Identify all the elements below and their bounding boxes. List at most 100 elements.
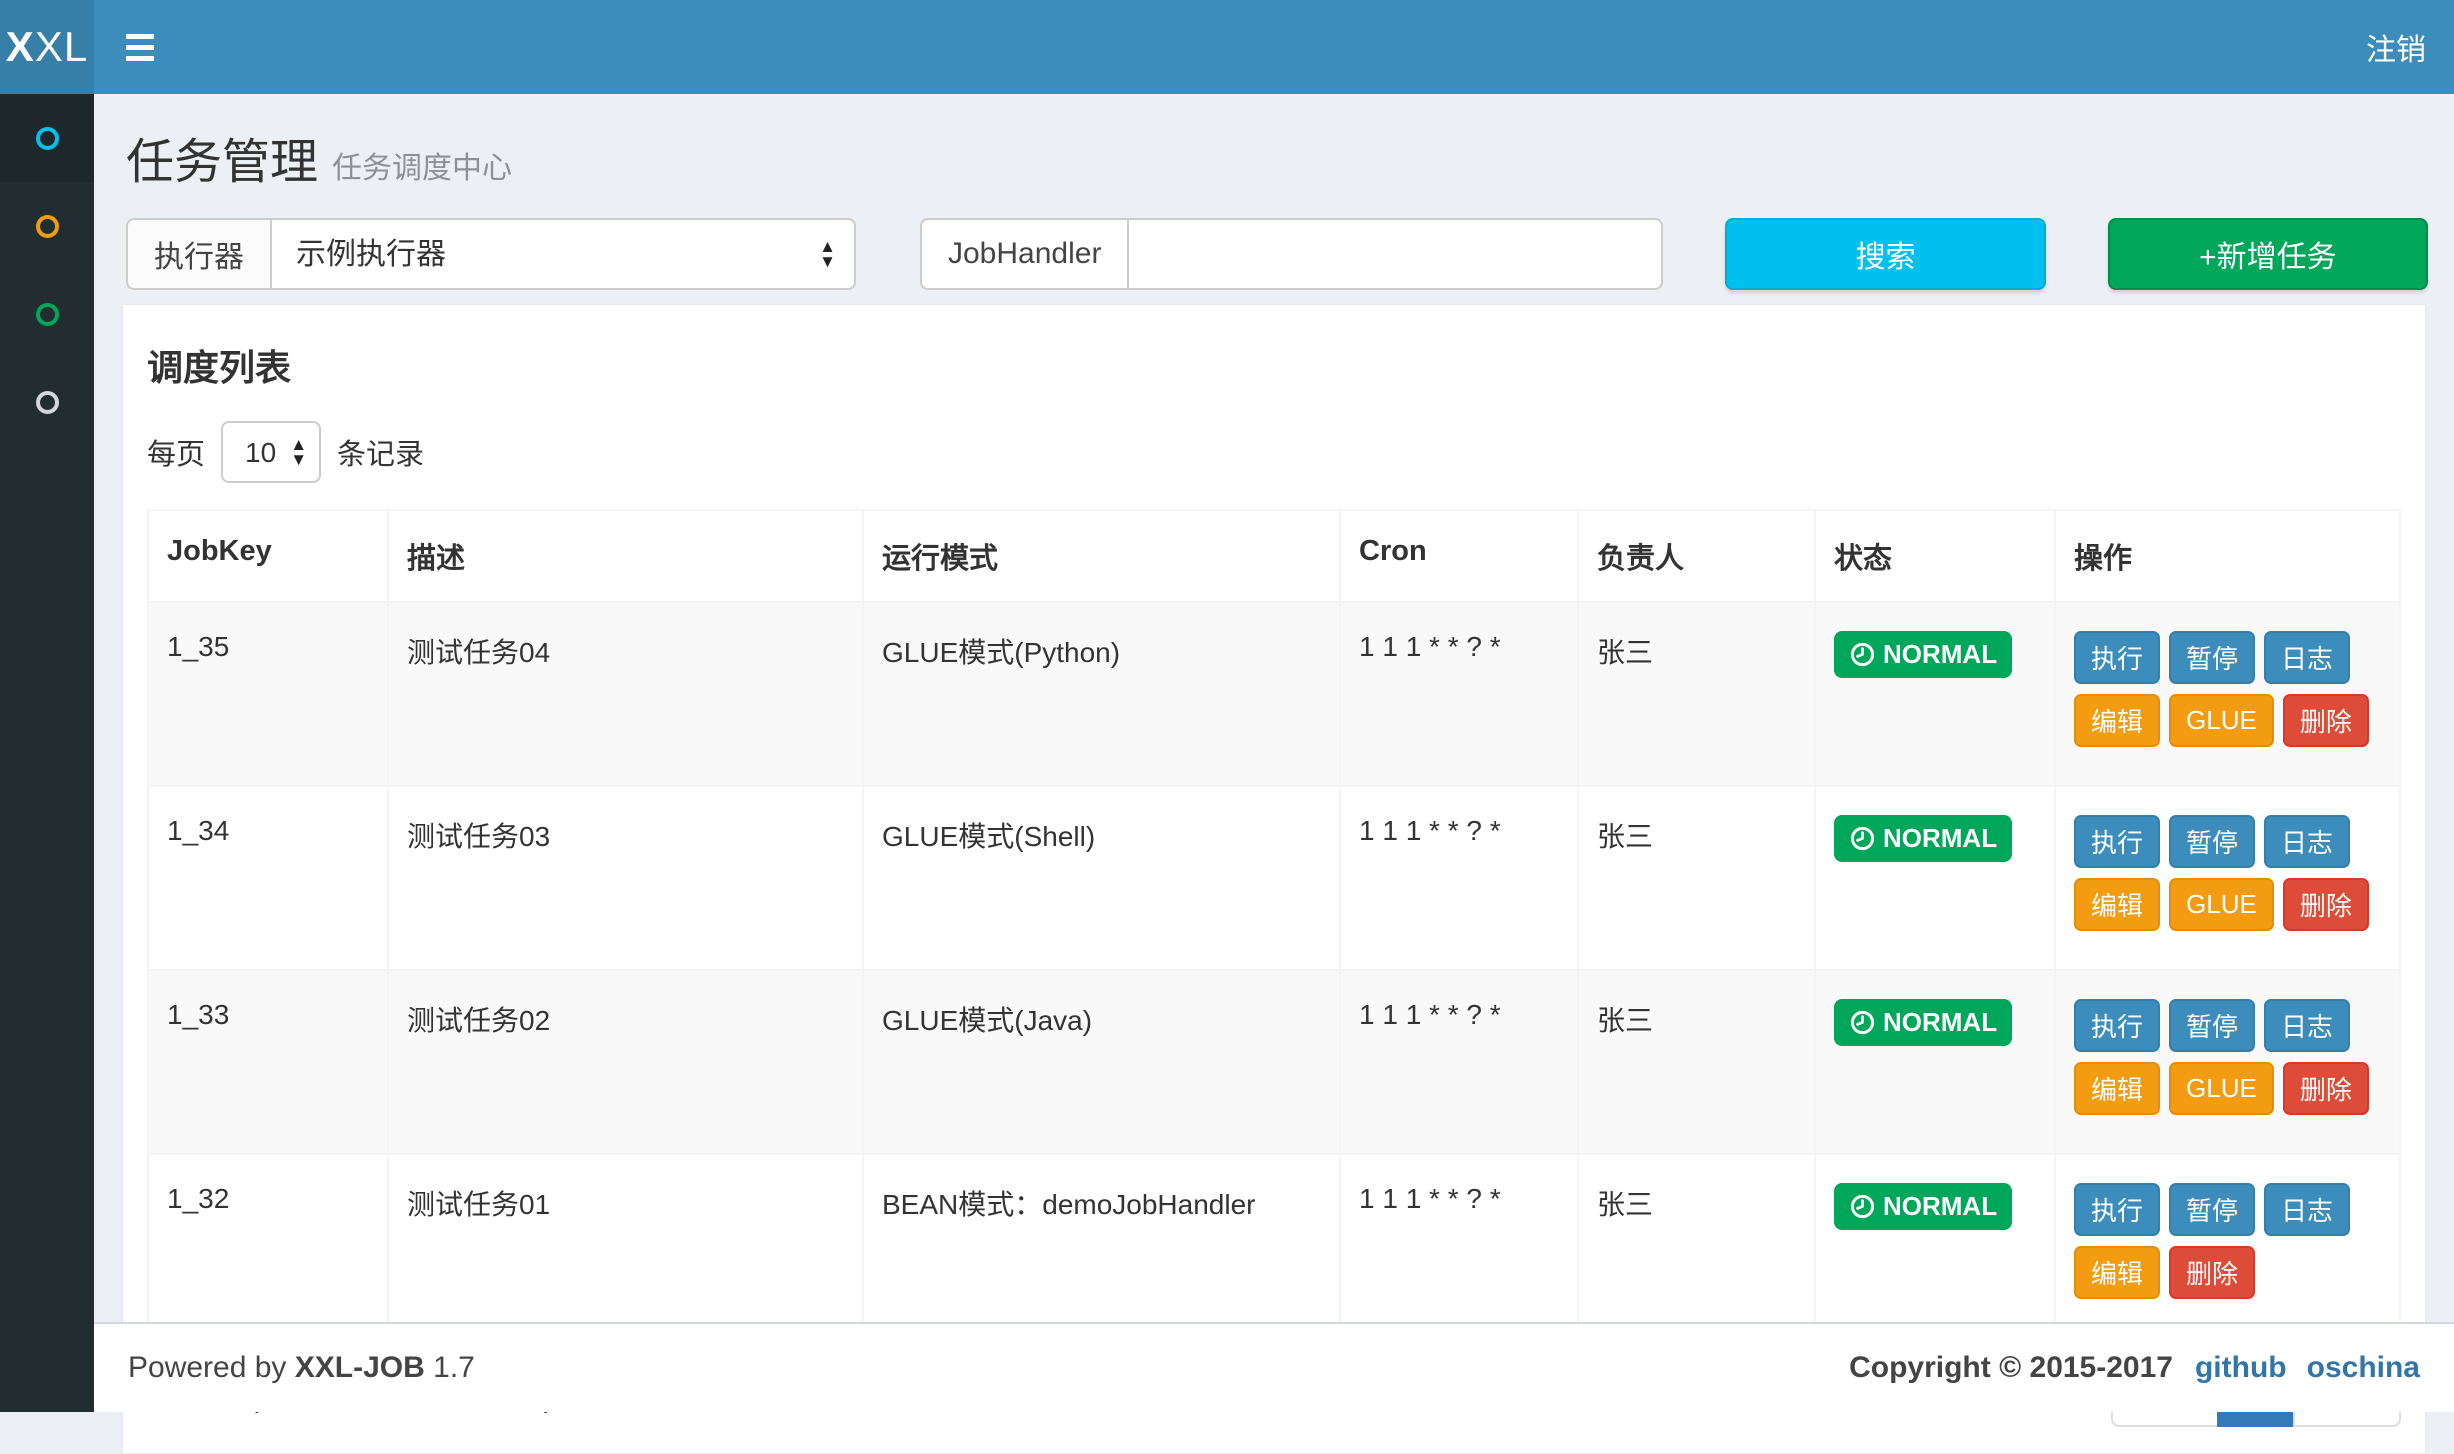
sidebar-item-3[interactable] — [0, 270, 94, 358]
log-button[interactable]: 日志 — [2264, 631, 2350, 684]
executor-filter-group: 执行器 示例执行器 ▲▼ — [126, 218, 856, 290]
hamburger-icon — [126, 45, 154, 50]
sidebar-item-2[interactable] — [0, 182, 94, 270]
status-badge: NORMAL — [1834, 999, 2012, 1046]
log-button[interactable]: 日志 — [2264, 815, 2350, 868]
cell-actions: 执行暂停日志编辑删除 — [2055, 1154, 2400, 1338]
page-size-suffix: 条记录 — [337, 431, 424, 473]
pause-button[interactable]: 暂停 — [2169, 815, 2255, 868]
main-footer: Powered by XXL-JOB 1.7 Copyright © 2015-… — [94, 1322, 2454, 1412]
cell-mode: GLUE模式(Python) — [863, 602, 1340, 786]
trigger-button[interactable]: 执行 — [2074, 1183, 2160, 1236]
glue-button[interactable]: GLUE — [2169, 694, 2274, 747]
clock-icon — [1849, 1193, 1876, 1220]
table-row: 1_33 测试任务02 GLUE模式(Java) 1 1 1 * * ? * 张… — [148, 970, 2400, 1154]
app-logo: XXL — [0, 0, 94, 94]
jobhandler-filter-group: JobHandler — [920, 218, 1663, 290]
cell-actions: 执行暂停日志编辑GLUE删除 — [2055, 786, 2400, 970]
clock-icon — [1849, 825, 1876, 852]
cell-owner: 张三 — [1578, 970, 1815, 1154]
footer-right: Copyright © 2015-2017 github oschina — [1849, 1351, 2420, 1385]
trigger-button[interactable]: 执行 — [2074, 815, 2160, 868]
cell-cron: 1 1 1 * * ? * — [1340, 970, 1578, 1154]
delete-button[interactable]: 删除 — [2283, 878, 2369, 931]
cell-desc: 测试任务03 — [388, 786, 863, 970]
log-button[interactable]: 日志 — [2264, 1183, 2350, 1236]
schedule-list-panel: 调度列表 每页 10 ▲▼ 条记录 JobKey 描述 运行模式 Cron — [122, 304, 2426, 1454]
executor-select[interactable]: 示例执行器 — [270, 218, 856, 290]
content-area: 任务管理任务调度中心 执行器 示例执行器 ▲▼ JobHandler 搜索 +新… — [94, 94, 2454, 1454]
pause-button[interactable]: 暂停 — [2169, 1183, 2255, 1236]
panel-title: 调度列表 — [147, 339, 2401, 391]
status-badge: NORMAL — [1834, 1183, 2012, 1230]
circle-icon — [36, 127, 59, 150]
page-size-row: 每页 10 ▲▼ 条记录 — [147, 421, 2401, 483]
status-badge: NORMAL — [1834, 631, 2012, 678]
content-header: 任务管理任务调度中心 — [94, 94, 2454, 192]
delete-button[interactable]: 删除 — [2283, 1062, 2369, 1115]
logout-link[interactable]: 注销 — [2338, 0, 2454, 94]
pause-button[interactable]: 暂停 — [2169, 631, 2255, 684]
cell-jobkey: 1_33 — [148, 970, 388, 1154]
edit-button[interactable]: 编辑 — [2074, 694, 2160, 747]
cell-desc: 测试任务02 — [388, 970, 863, 1154]
glue-button[interactable]: GLUE — [2169, 1062, 2274, 1115]
cell-actions: 执行暂停日志编辑GLUE删除 — [2055, 602, 2400, 786]
edit-button[interactable]: 编辑 — [2074, 1062, 2160, 1115]
footer-links: github oschina — [2195, 1351, 2420, 1385]
add-job-button[interactable]: +新增任务 — [2108, 218, 2428, 290]
delete-button[interactable]: 删除 — [2169, 1246, 2255, 1299]
cell-cron: 1 1 1 * * ? * — [1340, 1154, 1578, 1338]
hamburger-icon — [126, 34, 154, 39]
table-row: 1_35 测试任务04 GLUE模式(Python) 1 1 1 * * ? *… — [148, 602, 2400, 786]
sidebar-item-4[interactable] — [0, 358, 94, 446]
cell-mode: GLUE模式(Shell) — [863, 786, 1340, 970]
log-button[interactable]: 日志 — [2264, 999, 2350, 1052]
status-label: NORMAL — [1883, 1191, 1997, 1222]
circle-icon — [36, 215, 59, 238]
col-jobkey: JobKey — [148, 510, 388, 602]
filter-row: 执行器 示例执行器 ▲▼ JobHandler 搜索 +新增任务 — [126, 218, 2428, 290]
search-button[interactable]: 搜索 — [1725, 218, 2045, 290]
oschina-link[interactable]: oschina — [2307, 1351, 2420, 1385]
table-header-row: JobKey 描述 运行模式 Cron 负责人 状态 操作 — [148, 510, 2400, 602]
cell-cron: 1 1 1 * * ? * — [1340, 602, 1578, 786]
cell-status: NORMAL — [1815, 1154, 2055, 1338]
cell-jobkey: 1_35 — [148, 602, 388, 786]
top-navbar: XXL 注销 — [0, 0, 2454, 94]
cell-mode: GLUE模式(Java) — [863, 970, 1340, 1154]
col-desc: 描述 — [388, 510, 863, 602]
trigger-button[interactable]: 执行 — [2074, 631, 2160, 684]
powered-by: Powered by XXL-JOB 1.7 — [128, 1351, 475, 1385]
product-name: XXL-JOB — [295, 1351, 425, 1384]
edit-button[interactable]: 编辑 — [2074, 1246, 2160, 1299]
pause-button[interactable]: 暂停 — [2169, 999, 2255, 1052]
cell-status: NORMAL — [1815, 602, 2055, 786]
status-label: NORMAL — [1883, 823, 1997, 854]
jobhandler-input[interactable] — [1127, 218, 1663, 290]
trigger-button[interactable]: 执行 — [2074, 999, 2160, 1052]
delete-button[interactable]: 删除 — [2283, 694, 2369, 747]
cell-jobkey: 1_32 — [148, 1154, 388, 1338]
hamburger-icon — [126, 56, 154, 61]
col-status: 状态 — [1815, 510, 2055, 602]
copyright-text: Copyright © 2015-2017 — [1849, 1351, 2173, 1385]
circle-icon — [36, 303, 59, 326]
job-table-body: 1_35 测试任务04 GLUE模式(Python) 1 1 1 * * ? *… — [148, 602, 2400, 1338]
table-row: 1_34 测试任务03 GLUE模式(Shell) 1 1 1 * * ? * … — [148, 786, 2400, 970]
cell-owner: 张三 — [1578, 1154, 1815, 1338]
col-mode: 运行模式 — [863, 510, 1340, 602]
page-title: 任务管理 — [126, 136, 318, 189]
status-badge: NORMAL — [1834, 815, 2012, 862]
github-link[interactable]: github — [2195, 1351, 2287, 1385]
cell-cron: 1 1 1 * * ? * — [1340, 786, 1578, 970]
circle-icon — [36, 391, 59, 414]
jobhandler-label: JobHandler — [920, 218, 1127, 290]
page-size-select[interactable]: 10 — [221, 421, 321, 483]
edit-button[interactable]: 编辑 — [2074, 878, 2160, 931]
sidebar — [0, 94, 94, 1412]
clock-icon — [1849, 1009, 1876, 1036]
sidebar-item-1[interactable] — [0, 94, 94, 182]
sidebar-toggle-button[interactable] — [94, 0, 186, 94]
glue-button[interactable]: GLUE — [2169, 878, 2274, 931]
